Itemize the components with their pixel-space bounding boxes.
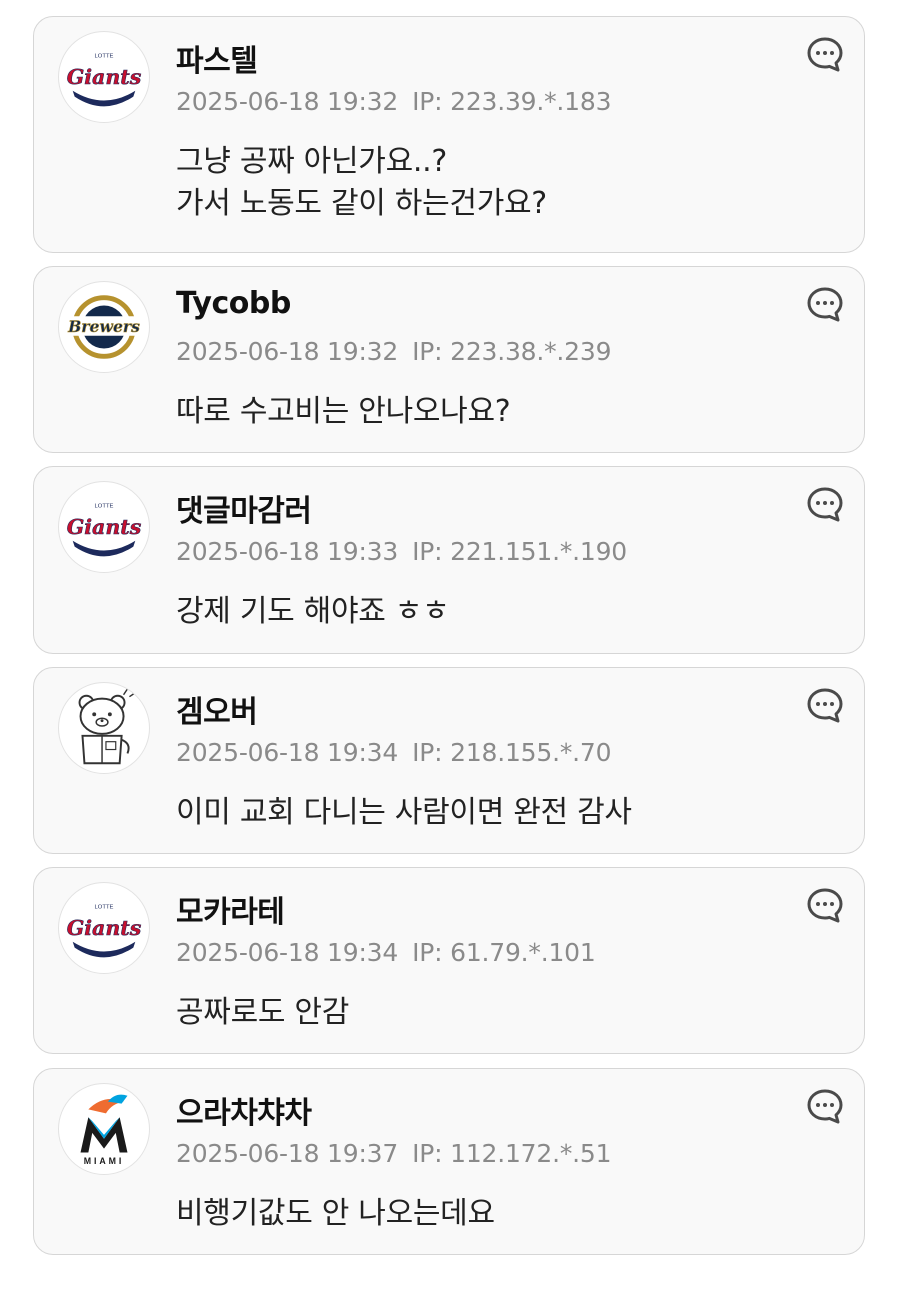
comment-card: LOTTE Giants BUSAN 1982 댓글마감러 2025-06-18… [33,466,865,654]
comment-nickname[interactable]: Tycobb [176,286,291,321]
comment-meta: 2025-06-18 19:33 IP: 221.151.*.190 [176,537,627,566]
speech-bubble-dots-icon[interactable] [806,285,844,323]
comment-line: 공짜로도 안감 [176,995,350,1030]
comment-ip: IP: 218.155.*.70 [412,738,612,767]
comment-line: 따로 수고비는 안나오나요? [176,394,511,429]
comment-ip: IP: 223.39.*.183 [412,87,612,116]
comment-meta: 2025-06-18 19:37 IP: 112.172.*.51 [176,1139,612,1168]
comment-date: 2025-06-18 19:34 [176,738,399,767]
comment-body: 이미 교회 다니는 사람이면 완전 감사 [176,792,632,834]
comment-line: 이미 교회 다니는 사람이면 완전 감사 [176,795,632,830]
speech-bubble-dots-icon[interactable] [806,686,844,724]
speech-bubble-dots-icon[interactable] [806,35,844,73]
comment-line: 강제 기도 해야죠 ㅎㅎ [176,594,450,629]
comment-meta: 2025-06-18 19:34 IP: 61.79.*.101 [176,938,596,967]
comment-nickname[interactable]: 모카라테 [176,887,285,931]
comment-body: 강제 기도 해야죠 ㅎㅎ [176,591,450,633]
brewers-logo-text: Brewers [67,317,140,336]
comment-meta: 2025-06-18 19:32 IP: 223.38.*.239 [176,337,612,366]
comment-ip: IP: 61.79.*.101 [412,938,596,967]
comment-date: 2025-06-18 19:33 [176,537,399,566]
marlins-logo-avatar[interactable]: MIAMI [58,1083,150,1175]
marlins-logo-text: MIAMI [84,1156,125,1166]
comment-card: Brewers Tycobb 2025-06-18 19:32 IP: 223.3… [33,266,865,453]
comment-card: LOTTE Giants BUSAN 1982 파스텔 2025-06-18 1… [33,16,865,253]
speech-bubble-dots-icon[interactable] [806,485,844,523]
comment-date: 2025-06-18 19:32 [176,337,399,366]
comment-body: 비행기값도 안 나오는데요 [176,1193,495,1235]
giants-logo-script-text: Giants [67,65,142,89]
giants-logo-avatar[interactable]: LOTTE Giants BUSAN 1982 [58,31,150,123]
comment-ip: IP: 112.172.*.51 [412,1139,612,1168]
comment-ip: IP: 221.151.*.190 [412,537,628,566]
comment-card: LOTTE Giants BUSAN 1982 모카라테 2025-06-18 … [33,867,865,1054]
comment-meta: 2025-06-18 19:32 IP: 223.39.*.183 [176,87,612,116]
comment-line: 비행기값도 안 나오는데요 [176,1196,495,1231]
comment-nickname[interactable]: 으라차챠차 [176,1088,312,1132]
giants-logo-top-text: LOTTE [95,904,114,910]
giants-logo-top-text: LOTTE [95,503,114,509]
comment-nickname[interactable]: 겜오버 [176,687,258,731]
bear-character-avatar[interactable] [58,682,150,774]
comment-line: 그냥 공짜 아닌가요..? [176,144,447,179]
comment-body: 그냥 공짜 아닌가요..? 가서 노동도 같이 하는건가요? [176,141,547,225]
giants-logo-bottom-text: BUSAN 1982 [90,545,119,551]
brewers-logo-avatar[interactable]: Brewers [58,281,150,373]
speech-bubble-dots-icon[interactable] [806,886,844,924]
comment-body: 공짜로도 안감 [176,992,349,1034]
comment-date: 2025-06-18 19:32 [176,87,399,116]
speech-bubble-dots-icon[interactable] [806,1087,844,1125]
comment-card: MIAMI 으라차챠차 2025-06-18 19:37 IP: 112.172.… [33,1068,865,1255]
comment-date: 2025-06-18 19:37 [176,1139,399,1168]
comment-card: 겜오버 2025-06-18 19:34 IP: 218.155.*.70 이미 … [33,667,865,854]
giants-logo-bottom-text: BUSAN 1982 [90,95,119,101]
giants-logo-avatar[interactable]: LOTTE Giants BUSAN 1982 [58,481,150,573]
giants-logo-top-text: LOTTE [95,53,114,59]
comment-ip: IP: 223.38.*.239 [412,337,612,366]
comment-nickname[interactable]: 파스텔 [176,36,258,80]
giants-logo-avatar[interactable]: LOTTE Giants BUSAN 1982 [58,882,150,974]
comment-list: LOTTE Giants BUSAN 1982 파스텔 2025-06-18 1… [0,0,900,1298]
giants-logo-script-text: Giants [67,916,142,940]
comment-nickname[interactable]: 댓글마감러 [176,486,312,530]
comment-date: 2025-06-18 19:34 [176,938,399,967]
comment-line: 가서 노동도 같이 하는건가요? [176,186,547,221]
giants-logo-bottom-text: BUSAN 1982 [90,946,119,952]
giants-logo-script-text: Giants [67,515,142,539]
comment-body: 따로 수고비는 안나오나요? [176,391,511,433]
comment-meta: 2025-06-18 19:34 IP: 218.155.*.70 [176,738,612,767]
